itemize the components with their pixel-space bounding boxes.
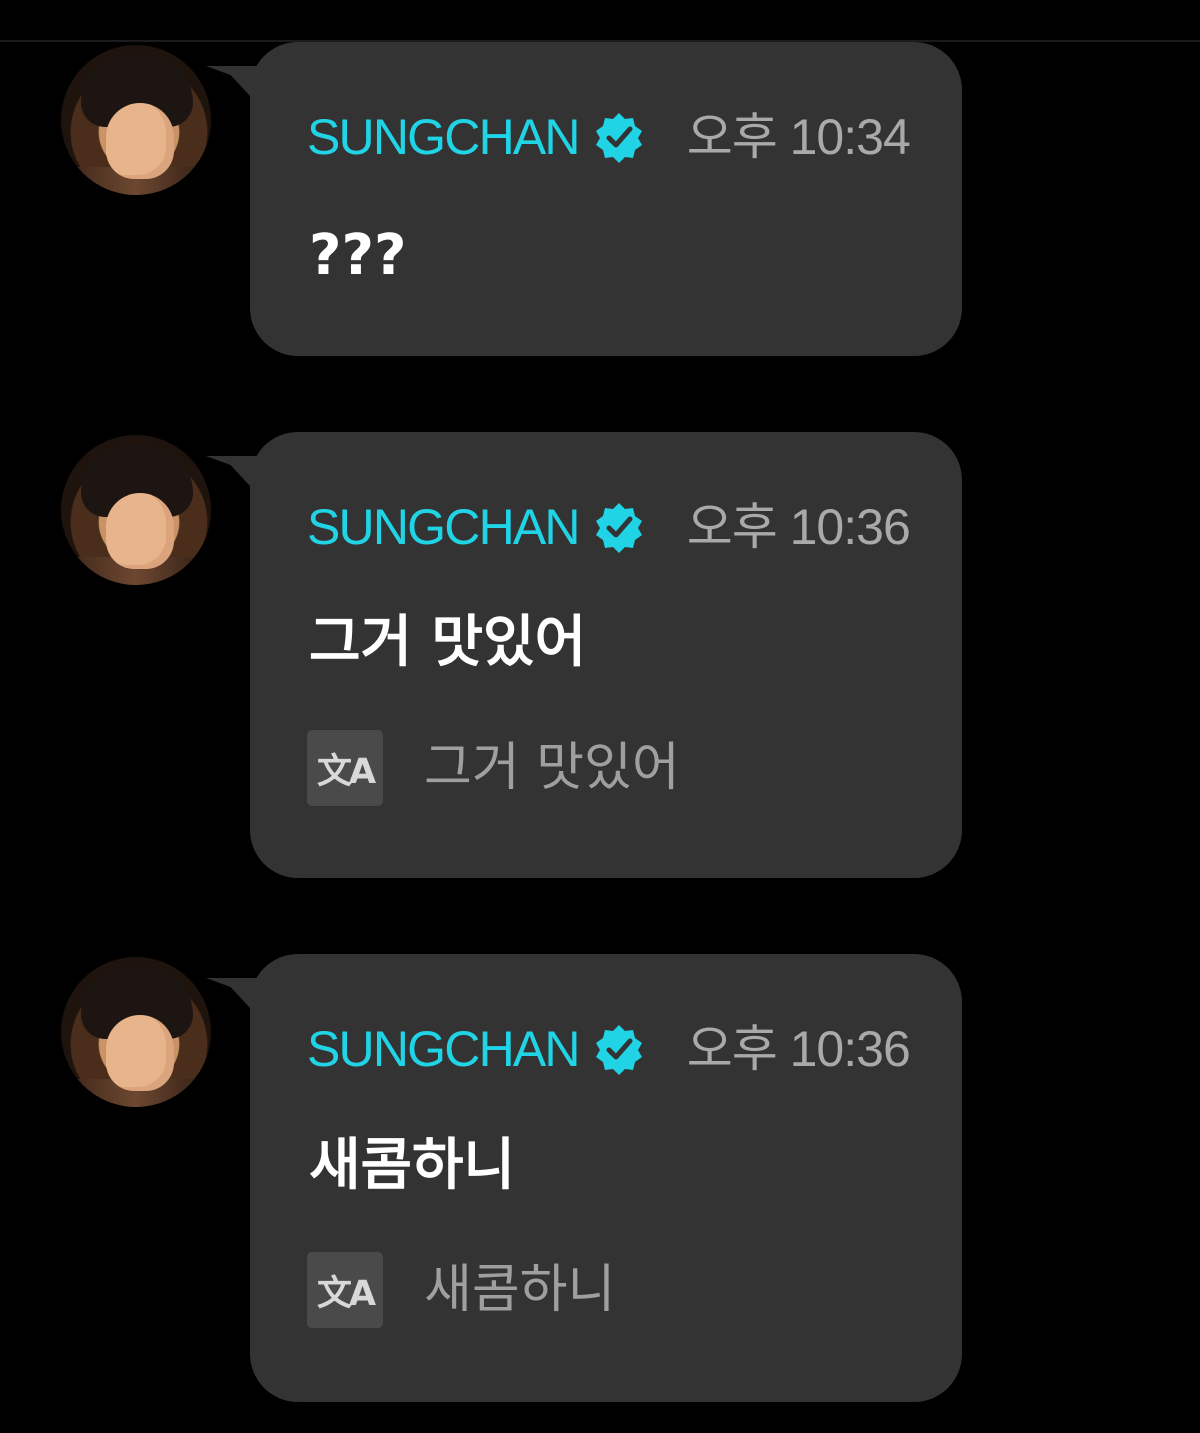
sender-name[interactable]: SUNGCHAN [307, 502, 581, 552]
avatar-shirt [61, 167, 211, 195]
message-bubble[interactable]: SUNGCHAN 오후 10:34 ??? [250, 42, 962, 356]
message-bubble[interactable]: SUNGCHAN 오후 10:36 그거 맛있어 文A 그거 맛있어 [250, 432, 962, 878]
sender-name[interactable]: SUNGCHAN [307, 112, 581, 162]
message-bubble[interactable]: SUNGCHAN 오후 10:36 새콤하니 文A 새콤하니 [250, 954, 962, 1402]
translation-row[interactable]: 文A 새콤하니 [307, 1252, 615, 1328]
message-header: SUNGCHAN 오후 10:36 [307, 498, 911, 556]
verified-badge-icon [595, 503, 642, 553]
message-item: SUNGCHAN 오후 10:34 ??? [0, 0, 1200, 360]
message-time: 오후 10:36 [686, 1021, 911, 1077]
message-text: 새콤하니 [309, 1133, 516, 1198]
message-item: SUNGCHAN 오후 10:36 새콤하니 文A 새콤하니 [0, 912, 1200, 1433]
message-time: 오후 10:34 [686, 109, 911, 165]
avatar[interactable] [61, 45, 211, 195]
translation-row[interactable]: 文A 그거 맛있어 [307, 730, 680, 806]
message-header: SUNGCHAN 오후 10:34 [307, 108, 911, 166]
message-text: ??? [309, 223, 407, 288]
message-time: 오후 10:36 [686, 499, 911, 555]
message-header: SUNGCHAN 오후 10:36 [307, 1020, 911, 1078]
message-item: SUNGCHAN 오후 10:36 그거 맛있어 文A 그거 맛있어 [0, 390, 1200, 910]
avatar-shirt [61, 557, 211, 585]
verified-badge-icon [595, 1025, 642, 1075]
translated-text: 그거 맛있어 [424, 738, 680, 798]
translated-text: 새콤하니 [424, 1260, 616, 1320]
translate-icon[interactable]: 文A [307, 1252, 383, 1328]
sender-name[interactable]: SUNGCHAN [307, 1024, 581, 1074]
verified-badge-icon [595, 113, 642, 163]
message-text: 그거 맛있어 [309, 610, 587, 675]
avatar[interactable] [61, 957, 211, 1107]
avatar-shirt [61, 1079, 211, 1107]
avatar[interactable] [61, 435, 211, 585]
translate-icon[interactable]: 文A [307, 730, 383, 806]
